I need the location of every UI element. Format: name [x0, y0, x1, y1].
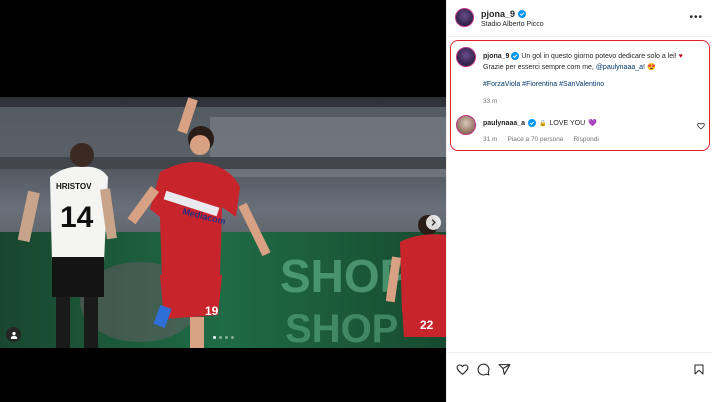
- comment-text: paulynaaa_a 🔒 LOVE YOU 💜: [483, 119, 597, 127]
- caption-text: pjona_9 Un gol in questo giorno potevo d…: [483, 51, 703, 73]
- carousel-dot: [225, 336, 228, 339]
- caption-hashtags[interactable]: #ForzaViola #Fiorentina #SanValentino: [483, 81, 604, 88]
- caption-body: Un gol in questo giorno potevo dedicare …: [521, 53, 677, 60]
- shirt-number-left: 14: [60, 201, 94, 234]
- caption-username[interactable]: pjona_9: [483, 53, 509, 60]
- post-location[interactable]: Stadio Alberto Picco: [481, 21, 544, 28]
- share-send-icon[interactable]: [498, 363, 511, 376]
- comment-bubble-icon[interactable]: [477, 363, 490, 376]
- verified-badge-icon: [511, 52, 520, 60]
- more-options-button[interactable]: •••: [689, 12, 703, 23]
- shirt-number-center: 19: [205, 304, 219, 318]
- reply-button[interactable]: Rispondi: [573, 136, 598, 143]
- heart-emoji-icon: ♥: [678, 53, 683, 60]
- caption-body-2: Grazie per esserci sempre com me,: [483, 64, 594, 71]
- instagram-post-view: SHOP. SHOP 14 HRISTOV Mediacom 19 22 pjo…: [0, 0, 712, 402]
- smile-emoji-icon: 😍: [646, 64, 656, 71]
- comment-meta: 31 m Piace a 70 persone Rispondi: [483, 136, 599, 143]
- tagged-users-button[interactable]: [6, 327, 21, 342]
- caption-avatar[interactable]: [456, 47, 476, 67]
- carousel-dot: [231, 336, 234, 339]
- caption-body-3: !: [643, 64, 645, 71]
- shirt-number-right: 22: [420, 318, 434, 332]
- post-photo: SHOP. SHOP 14 HRISTOV Mediacom 19 22: [0, 97, 446, 348]
- comment-likes[interactable]: Piace a 70 persone: [507, 136, 563, 143]
- mention-link[interactable]: @paulynaaa_a: [596, 64, 643, 71]
- post-side-panel: pjona_9 Stadio Alberto Picco ••• pjona_9…: [446, 0, 712, 402]
- save-bookmark-icon[interactable]: [693, 363, 705, 376]
- verified-badge-icon: [518, 10, 527, 18]
- shirt-name-left: HRISTOV: [56, 182, 92, 191]
- like-heart-icon[interactable]: [456, 363, 469, 376]
- carousel-dots: [213, 336, 234, 339]
- comment-avatar[interactable]: [456, 115, 476, 135]
- chevron-right-icon: [431, 219, 436, 226]
- heart-icon[interactable]: [697, 122, 705, 130]
- media-panel: SHOP. SHOP 14 HRISTOV Mediacom 19 22: [0, 0, 446, 402]
- banner-text-2: SHOP: [285, 307, 398, 348]
- comment-timestamp: 31 m: [483, 136, 498, 143]
- author-avatar[interactable]: [455, 8, 474, 27]
- comment-body: LOVE YOU: [549, 119, 586, 127]
- purple-heart-emoji-icon: 💜: [588, 120, 597, 127]
- carousel-dot: [219, 336, 222, 339]
- next-image-button[interactable]: [426, 215, 441, 230]
- carousel-dot-active: [213, 336, 216, 339]
- verified-badge-icon: [528, 119, 537, 127]
- comments-highlight: pjona_9 Un gol in questo giorno potevo d…: [450, 40, 710, 151]
- lock-emoji-icon: 🔒: [539, 120, 547, 127]
- post-header: pjona_9 Stadio Alberto Picco •••: [447, 0, 712, 37]
- comment-username[interactable]: paulynaaa_a: [483, 120, 525, 127]
- caption-timestamp: 33 m: [483, 98, 498, 105]
- author-username[interactable]: pjona_9: [481, 9, 515, 19]
- user-icon: [10, 331, 17, 339]
- action-bar: [447, 352, 712, 386]
